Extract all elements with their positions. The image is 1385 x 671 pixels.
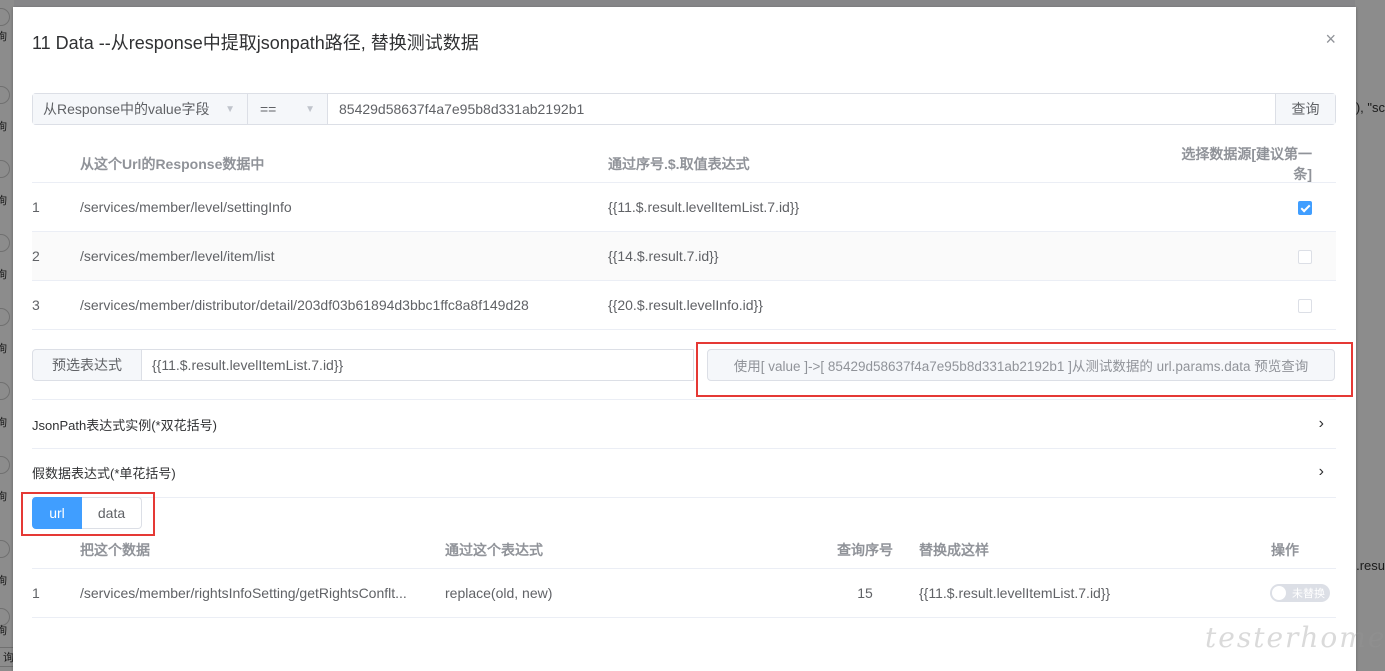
row-data: /services/member/rightsInfoSetting/getRi… — [80, 585, 407, 601]
column-header: 查询序号 — [837, 541, 893, 558]
row-index: 1 — [32, 585, 40, 601]
row-query-index: 15 — [857, 585, 873, 601]
dialog-title: 11 Data --从response中提取jsonpath路径, 替换测试数据 — [32, 33, 479, 53]
source-field-select[interactable]: 从Response中的value字段 ▼ — [33, 94, 248, 124]
row-replacement: {{11.$.result.levelItemList.7.id}} — [919, 585, 1111, 601]
preview-expression-label: 预选表达式 — [32, 349, 142, 381]
column-header: 通过这个表达式 — [445, 541, 543, 558]
column-header: 选择数据源[建议第一条] — [1181, 145, 1312, 182]
close-icon[interactable]: × — [1325, 29, 1336, 50]
search-bar: 从Response中的value字段 ▼ == ▼ 85429d58637f4a… — [32, 93, 1336, 125]
row-index: 1 — [32, 199, 40, 215]
column-header: 从这个Url的Response数据中 — [80, 155, 265, 172]
table-row[interactable]: 1 /services/member/level/settingInfo {{1… — [32, 183, 1336, 232]
row-checkbox[interactable] — [1298, 250, 1312, 265]
highlight-box — [21, 492, 155, 536]
search-value-input[interactable]: 85429d58637f4a7e95b8d331ab2192b1 — [328, 94, 1275, 124]
column-header: 通过序号.$.取值表达式 — [608, 155, 750, 172]
data-replace-dialog: 11 Data --从response中提取jsonpath路径, 替换测试数据… — [13, 7, 1385, 671]
preview-expression-input[interactable]: {{11.$.result.levelItemList.7.id}} — [142, 349, 694, 381]
collapse-fake-data-examples[interactable]: 假数据表达式(*单花括号) › — [32, 448, 1336, 496]
row-url: /services/member/level/settingInfo — [80, 199, 292, 215]
table-row: 1 /services/member/rightsInfoSetting/get… — [32, 569, 1336, 618]
table-row[interactable]: 2 /services/member/level/item/list {{14.… — [32, 232, 1336, 281]
collapse-title: 假数据表达式(*单花括号) — [32, 465, 176, 481]
response-source-table: 从这个Url的Response数据中 通过序号.$.取值表达式 选择数据源[建议… — [32, 145, 1336, 330]
watermark: testerhome.com — [1205, 621, 1385, 654]
query-button[interactable]: 查询 — [1275, 94, 1335, 124]
watermark-credit: CSDN @Kobayasii — [1233, 652, 1344, 667]
divider — [32, 497, 1336, 498]
chevron-right-icon: › — [1318, 463, 1324, 480]
table-row[interactable]: 3 /services/member/distributor/detail/20… — [32, 281, 1336, 330]
collapse-title: JsonPath表达式实例(*双花括号) — [32, 417, 217, 433]
row-checkbox[interactable] — [1298, 299, 1312, 314]
table-header: 从这个Url的Response数据中 通过序号.$.取值表达式 选择数据源[建议… — [32, 145, 1336, 183]
chevron-down-icon: ▼ — [225, 103, 235, 115]
chevron-down-icon: ▼ — [305, 103, 315, 115]
row-expression: replace(old, new) — [445, 585, 553, 601]
row-checkbox[interactable] — [1298, 201, 1312, 216]
operator-value: == — [260, 101, 277, 117]
operator-select[interactable]: == ▼ — [248, 94, 328, 124]
column-header: 替换成这样 — [919, 541, 989, 558]
table-header: 把这个数据 通过这个表达式 查询序号 替换成这样 操作 — [32, 531, 1336, 569]
row-expression: {{14.$.result.7.id}} — [608, 248, 719, 264]
row-index: 3 — [32, 297, 40, 313]
replace-toggle[interactable]: 未替换 — [1270, 584, 1330, 602]
row-url: /services/member/level/item/list — [80, 248, 275, 264]
chevron-right-icon: › — [1318, 415, 1324, 432]
column-header: 操作 — [1271, 541, 1299, 558]
row-index: 2 — [32, 248, 40, 264]
source-field-value: 从Response中的value字段 — [43, 101, 210, 117]
row-expression: {{11.$.result.levelItemList.7.id}} — [608, 199, 800, 215]
replacement-table: 把这个数据 通过这个表达式 查询序号 替换成这样 操作 1 /services/… — [32, 531, 1336, 618]
row-expression: {{20.$.result.levelInfo.id}} — [608, 297, 763, 313]
column-header: 把这个数据 — [80, 541, 150, 558]
row-url: /services/member/distributor/detail/203d… — [80, 297, 529, 313]
collapse-jsonpath-examples[interactable]: JsonPath表达式实例(*双花括号) › — [32, 400, 1336, 448]
highlight-box — [696, 342, 1353, 397]
